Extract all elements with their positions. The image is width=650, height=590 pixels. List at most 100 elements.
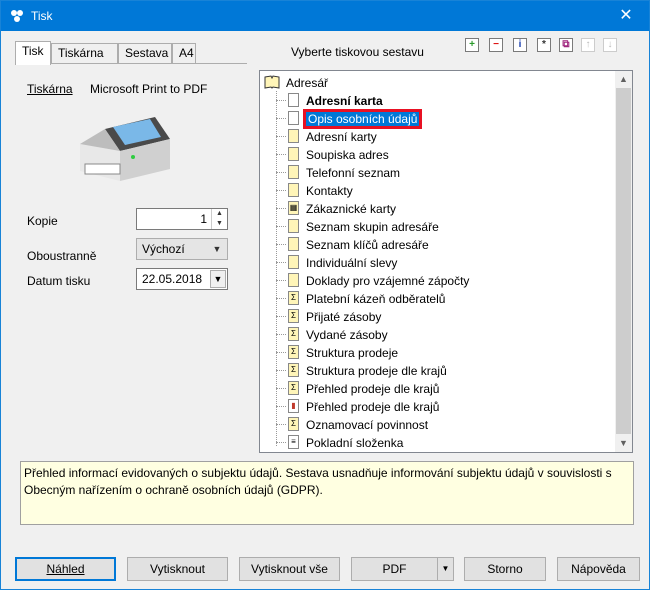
tree-item[interactable]: Doklady pro vzájemné zápočty <box>260 271 615 289</box>
scroll-thumb[interactable] <box>616 88 631 434</box>
tree-item[interactable]: Individuální slevy <box>260 253 615 271</box>
copies-stepper[interactable]: 1 ▲ ▼ <box>136 208 228 230</box>
duplex-select[interactable]: Výchozí ▼ <box>136 238 228 260</box>
page-icon <box>288 111 299 125</box>
cancel-button[interactable]: Storno <box>464 557 546 581</box>
printer-icon <box>80 117 170 181</box>
print-date-picker[interactable]: 22.05.2018 ▼ <box>136 268 228 290</box>
preview-button[interactable]: Náhled <box>15 557 116 581</box>
tree-item-label: Zákaznické karty <box>306 202 397 216</box>
copies-label: Kopie <box>27 214 58 228</box>
tree-item[interactable]: Σ Přijaté zásoby <box>260 307 615 325</box>
tab-sestava[interactable]: Sestava <box>118 43 172 63</box>
tree-item[interactable]: Telefonní seznam <box>260 163 615 181</box>
print-date-value: 22.05.2018 <box>142 272 203 286</box>
info-icon[interactable]: i <box>513 38 527 52</box>
calendar-dropdown-icon[interactable]: ▼ <box>210 270 226 288</box>
tree-item[interactable]: Adresní karta <box>260 91 615 109</box>
print-settings-panel: Tiskárna Microsoft Print to PDF Kopie Ob… <box>15 63 247 457</box>
tree-item[interactable]: Adresní karty <box>260 127 615 145</box>
page-icon <box>288 183 299 197</box>
remove-icon[interactable]: − <box>489 38 503 52</box>
tree-connector <box>276 424 286 425</box>
tree-item-label: Individuální slevy <box>306 256 398 270</box>
tree-item-label: Seznam skupin adresáře <box>306 220 439 234</box>
tree-item-label: Adresní karty <box>306 130 377 144</box>
tree-item[interactable]: Opis osobních údajů <box>260 109 615 129</box>
chevron-down-icon[interactable]: ▼ <box>437 558 453 580</box>
tree-item-label: Vydané zásoby <box>306 328 388 342</box>
sigma-icon: Σ <box>288 381 299 395</box>
tree-item[interactable]: Σ Vydané zásoby <box>260 325 615 343</box>
print-button[interactable]: Vytisknout <box>127 557 228 581</box>
printer-label[interactable]: Tiskárna <box>27 82 73 96</box>
tree-item-label: Přehled prodeje dle krajů <box>306 400 440 414</box>
tree-item[interactable]: ▦ Zákaznické karty <box>260 199 615 217</box>
tree-item[interactable]: Σ Struktura prodeje <box>260 343 615 361</box>
tree-item[interactable]: Seznam skupin adresáře <box>260 217 615 235</box>
add-icon[interactable]: + <box>465 38 479 52</box>
star-icon[interactable]: * <box>537 38 551 52</box>
tree-connector <box>276 154 286 155</box>
sigma-icon: Σ <box>288 417 299 431</box>
tree-item[interactable]: Soupiska adres <box>260 145 615 163</box>
tree-item-label: Přijaté zásoby <box>306 310 382 324</box>
page-icon <box>288 147 299 161</box>
tree-item-label: Oznamovací povinnost <box>306 418 429 432</box>
close-icon[interactable]: ✕ <box>603 1 649 31</box>
tab-tisk[interactable]: Tisk <box>15 41 51 65</box>
tree-root-label: Adresář <box>286 76 329 90</box>
page-icon <box>288 255 299 269</box>
tree-item-label: Kontakty <box>306 184 353 198</box>
tree-connector <box>276 118 286 119</box>
page-icon <box>288 237 299 251</box>
move-up-icon[interactable]: ↑ <box>581 38 595 52</box>
tree-item-label: Přehled prodeje dle krajů <box>306 382 440 396</box>
sigma-icon: Σ <box>288 363 299 377</box>
grid-icon: ▦ <box>288 201 299 215</box>
print-all-button[interactable]: Vytisknout vše <box>239 557 340 581</box>
app-icon <box>11 10 23 22</box>
chevron-down-icon[interactable]: ▼ <box>210 241 224 257</box>
help-button[interactable]: Nápověda <box>557 557 640 581</box>
report-tree[interactable]: Adresář Adresní karta Opis osobních údajů… <box>259 70 633 453</box>
tree-item[interactable]: ≡ Pokladní složenka <box>260 433 615 451</box>
tree-connector <box>276 370 286 371</box>
move-down-icon[interactable]: ↓ <box>603 38 617 52</box>
copy-icon[interactable]: ⧉ <box>559 38 573 52</box>
tree-item-label: Adresní karta <box>306 94 383 108</box>
tree-item[interactable]: Σ Přehled prodeje dle krajů <box>260 379 615 397</box>
copies-arrows[interactable]: ▲ ▼ <box>211 209 227 229</box>
tab-a4[interactable]: A4 <box>172 43 196 63</box>
title-bar: Tisk ✕ <box>1 1 649 31</box>
tree-connector <box>276 352 286 353</box>
tree-item[interactable]: Σ Platební kázeň odběratelů <box>260 289 615 307</box>
tree-connector <box>276 388 286 389</box>
tree-item[interactable]: ▮ Přehled prodeje dle krajů <box>260 397 615 415</box>
book-icon <box>264 75 280 89</box>
tree-connector <box>276 280 286 281</box>
tab-tiskarna[interactable]: Tiskárna <box>51 43 118 63</box>
tree-item-label: Doklady pro vzájemné zápočty <box>306 274 470 288</box>
tree-connector <box>276 208 286 209</box>
page-icon <box>288 93 299 107</box>
tree-item-label: Struktura prodeje dle krajů <box>306 364 447 378</box>
tree-connector <box>276 316 286 317</box>
tree-item-label: Soupiska adres <box>306 148 389 162</box>
chevron-up-icon[interactable]: ▲ <box>212 209 227 219</box>
pdf-label: PDF <box>382 562 407 576</box>
chevron-down-icon[interactable]: ▼ <box>212 219 227 229</box>
tree-item[interactable]: Kontakty <box>260 181 615 199</box>
pdf-button[interactable]: PDF ▼ <box>351 557 454 581</box>
tree-item[interactable]: Σ Struktura prodeje dle krajů <box>260 361 615 379</box>
report-description: Přehled informací evidovaných o subjektu… <box>20 461 634 525</box>
scrollbar[interactable]: ▲ ▼ <box>615 71 632 452</box>
tree-item[interactable]: Seznam klíčů adresáře <box>260 235 615 253</box>
duplex-label: Oboustranně <box>27 249 97 263</box>
tree-item[interactable]: Σ Oznamovací povinnost <box>260 415 615 433</box>
tree-item-label: Pokladní složenka <box>306 436 404 450</box>
tree-connector <box>276 244 286 245</box>
scroll-down-icon[interactable]: ▼ <box>615 435 632 452</box>
tree-connector <box>276 226 286 227</box>
scroll-up-icon[interactable]: ▲ <box>615 71 632 88</box>
